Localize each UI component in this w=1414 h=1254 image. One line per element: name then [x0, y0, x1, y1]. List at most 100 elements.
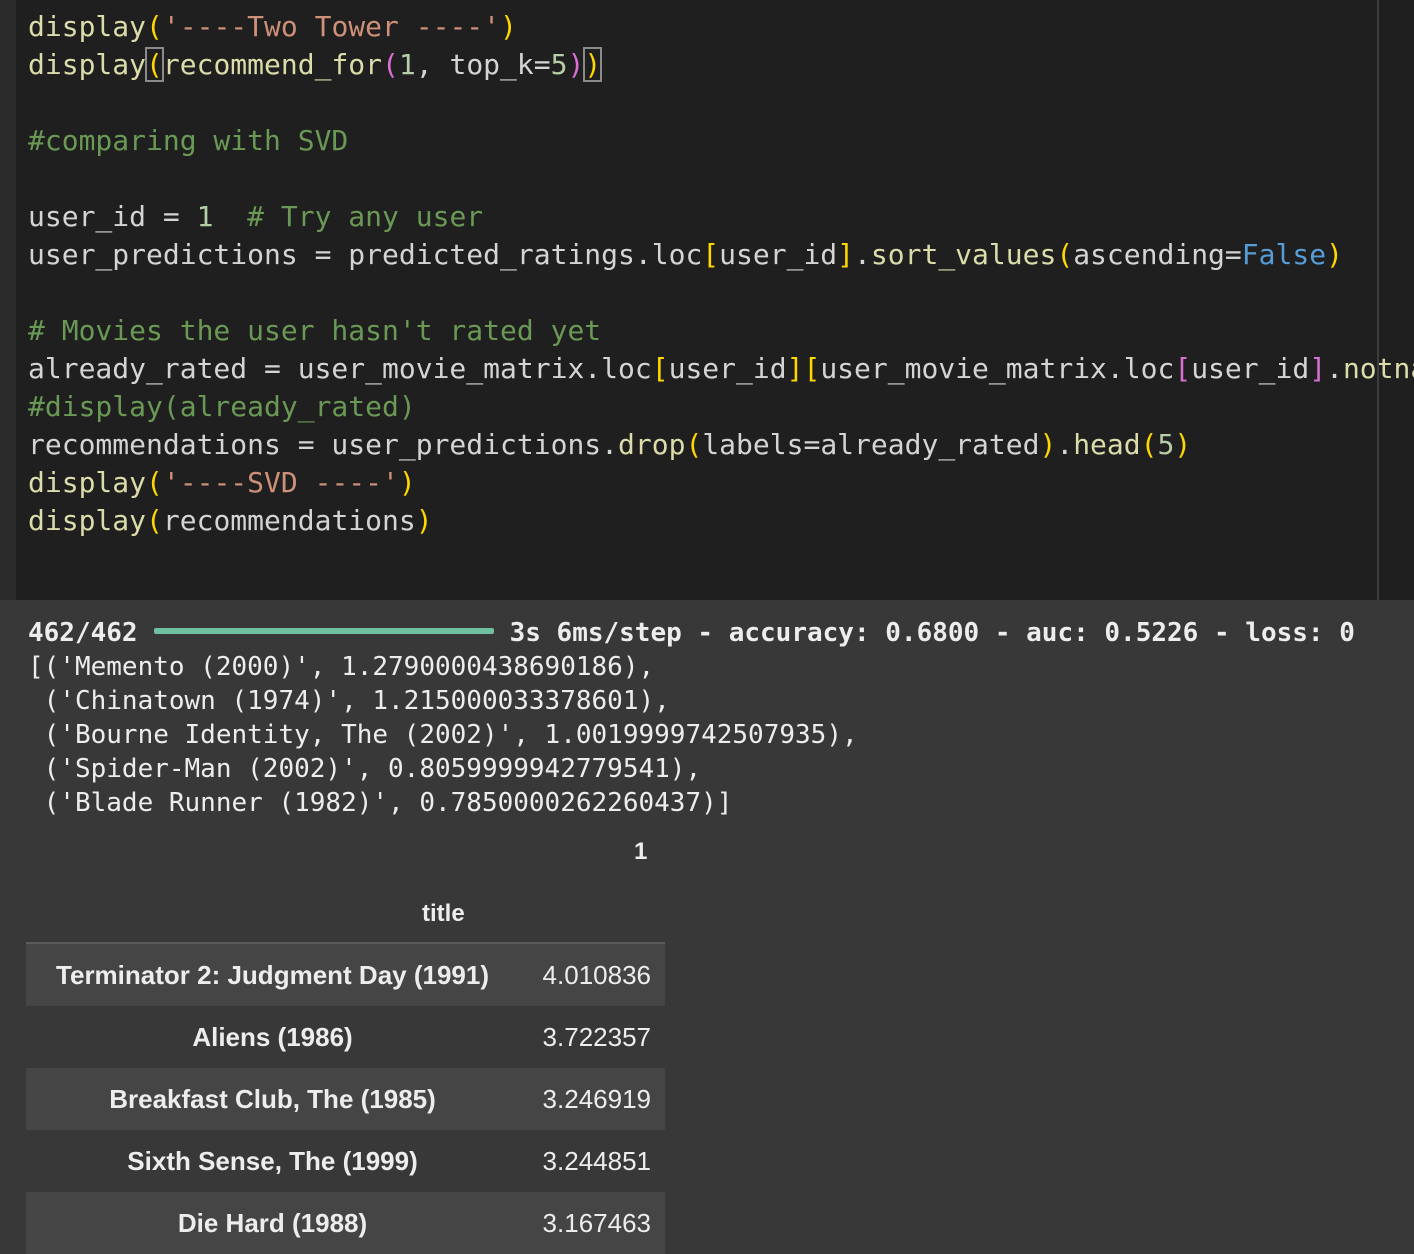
code-token: [	[651, 352, 669, 385]
code-token: recommendations = user_predictions.	[28, 428, 619, 461]
code-token: (	[146, 10, 163, 43]
code-token: )	[583, 47, 603, 82]
code-token: user_predictions = predicted_ratings.loc	[28, 238, 703, 271]
code-token: recommend_for	[162, 48, 383, 81]
code-token: [	[803, 352, 821, 385]
code-token: (	[1140, 428, 1158, 461]
stdout-line: ('Spider-Man (2002)', 0.8059999942779541…	[28, 754, 702, 784]
code-line[interactable]: # Movies the user hasn't rated yet	[28, 312, 1414, 350]
stdout-line: [('Memento (2000)', 1.2790000438690186),	[28, 652, 655, 682]
row-title: Terminator 2: Judgment Day (1991)	[56, 959, 489, 990]
stdout-line: ('Chinatown (1974)', 1.215000033378601),	[28, 686, 670, 716]
code-token: ]	[1309, 352, 1327, 385]
code-token: display	[28, 48, 147, 81]
code-token: head	[1073, 428, 1141, 461]
code-token: )	[415, 504, 433, 537]
stdout-line: ('Bourne Identity, The (2002)', 1.001999…	[28, 720, 858, 750]
progress-steps: 462/462	[28, 618, 138, 648]
row-title: Die Hard (1988)	[177, 1207, 368, 1238]
ruler-line	[1377, 0, 1379, 600]
code-token: (	[146, 504, 163, 537]
code-token: False	[1241, 238, 1327, 271]
row-title: Sixth Sense, The (1999)	[127, 1145, 418, 1176]
code-token: [	[1174, 352, 1192, 385]
code-token: .	[1056, 428, 1074, 461]
code-line[interactable]: display(recommend_for(1, top_k=5))	[28, 46, 1414, 84]
code-token: [	[702, 238, 720, 271]
code-token: (	[146, 466, 163, 499]
progress-line: 462/462 3s 6ms/step - accuracy: 0.6800 - …	[28, 618, 1355, 648]
code-token: user_id	[1191, 352, 1310, 385]
code-line[interactable]	[28, 84, 1414, 122]
code-token: , top_k=	[415, 48, 551, 81]
code-token: #display(already_rated)	[28, 390, 416, 423]
progress-bar	[153, 627, 494, 634]
code-token: ]	[837, 238, 855, 271]
row-value: 3.722357	[542, 1021, 651, 1052]
code-line[interactable]	[28, 274, 1414, 312]
code-token: )	[398, 466, 416, 499]
code-token: (	[1056, 238, 1074, 271]
code-line[interactable]: recommendations = user_predictions.drop(…	[28, 426, 1414, 464]
table-row: Die Hard (1988) 3.167463	[26, 1192, 665, 1254]
dataframe-table: Terminator 2: Judgment Day (1991) 4.01083…	[26, 944, 665, 1254]
row-value: 3.167463	[542, 1207, 651, 1238]
code-token: 5	[1157, 428, 1175, 461]
code-token: ascending=	[1073, 238, 1242, 271]
code-token: )	[500, 10, 517, 43]
table-row: Aliens (1986) 3.722357	[26, 1006, 665, 1068]
stdout-line: ('Blade Runner (1982)', 0.78500002622604…	[28, 788, 733, 818]
row-value: 3.246919	[542, 1083, 651, 1114]
code-token: .	[854, 238, 871, 271]
df-index-name: title	[422, 900, 465, 927]
code-line[interactable]: #display(already_rated)	[28, 388, 1414, 426]
code-line[interactable]: display(recommendations)	[28, 502, 1414, 540]
code-token: user_id	[719, 238, 838, 271]
code-token: )	[1174, 428, 1192, 461]
table-row: Sixth Sense, The (1999) 3.244851	[26, 1130, 665, 1192]
code-token: (	[685, 428, 703, 461]
code-token: already_rated = user_movie_matrix.loc	[28, 352, 652, 385]
code-token: display	[28, 10, 147, 43]
table-row: Terminator 2: Judgment Day (1991) 4.01083…	[26, 944, 665, 1006]
row-title: Aliens (1986)	[192, 1021, 353, 1052]
code-token: user_id =	[28, 200, 197, 233]
cell-gutter	[0, 0, 16, 600]
code-token: display	[28, 504, 147, 537]
code-token: 5	[550, 48, 568, 81]
code-token: recommendations	[162, 504, 416, 537]
df-column-header: 1	[634, 838, 648, 865]
row-title: Breakfast Club, The (1985)	[109, 1083, 436, 1114]
code-line[interactable]: user_id = 1 # Try any user	[28, 198, 1414, 236]
code-token: (	[382, 48, 399, 81]
code-token: '----SVD ----'	[162, 466, 399, 499]
code-token: labels=already_rated	[702, 428, 1040, 461]
code-cell[interactable]: display('----Two Tower ----') display(rec…	[0, 0, 1414, 600]
code-token: )	[1326, 238, 1343, 271]
code-token: drop	[618, 428, 686, 461]
row-value: 4.010836	[542, 959, 651, 990]
code-token: # Movies the user hasn't rated yet	[28, 314, 602, 347]
stdout-text: [('Memento (2000)', 1.2790000438690186),…	[28, 650, 858, 820]
code-token: 1	[398, 48, 416, 81]
code-token: user_id	[668, 352, 787, 385]
code-token: user_movie_matrix.loc	[820, 352, 1175, 385]
code-token: display	[28, 466, 147, 499]
code-token: ]	[786, 352, 804, 385]
code-token: '----Two Tower ----'	[162, 10, 501, 43]
code-token: .	[1326, 352, 1343, 385]
table-row: Breakfast Club, The (1985) 3.246919	[26, 1068, 665, 1130]
code-line[interactable]: already_rated = user_movie_matrix.loc[us…	[28, 350, 1414, 388]
code-editor[interactable]: display('----Two Tower ----') display(rec…	[28, 8, 1414, 540]
code-token: #comparing with SVD	[28, 124, 349, 157]
code-line[interactable]: user_predictions = predicted_ratings.loc…	[28, 236, 1414, 274]
code-token: # Try any user	[247, 200, 484, 233]
code-line[interactable]: display('----Two Tower ----')	[28, 8, 1414, 46]
row-value: 3.244851	[542, 1145, 651, 1176]
code-line[interactable]: #comparing with SVD	[28, 122, 1414, 160]
code-token: 1	[196, 200, 214, 233]
code-token: )	[1039, 428, 1057, 461]
code-line[interactable]: display('----SVD ----')	[28, 464, 1414, 502]
code-line[interactable]	[28, 160, 1414, 198]
